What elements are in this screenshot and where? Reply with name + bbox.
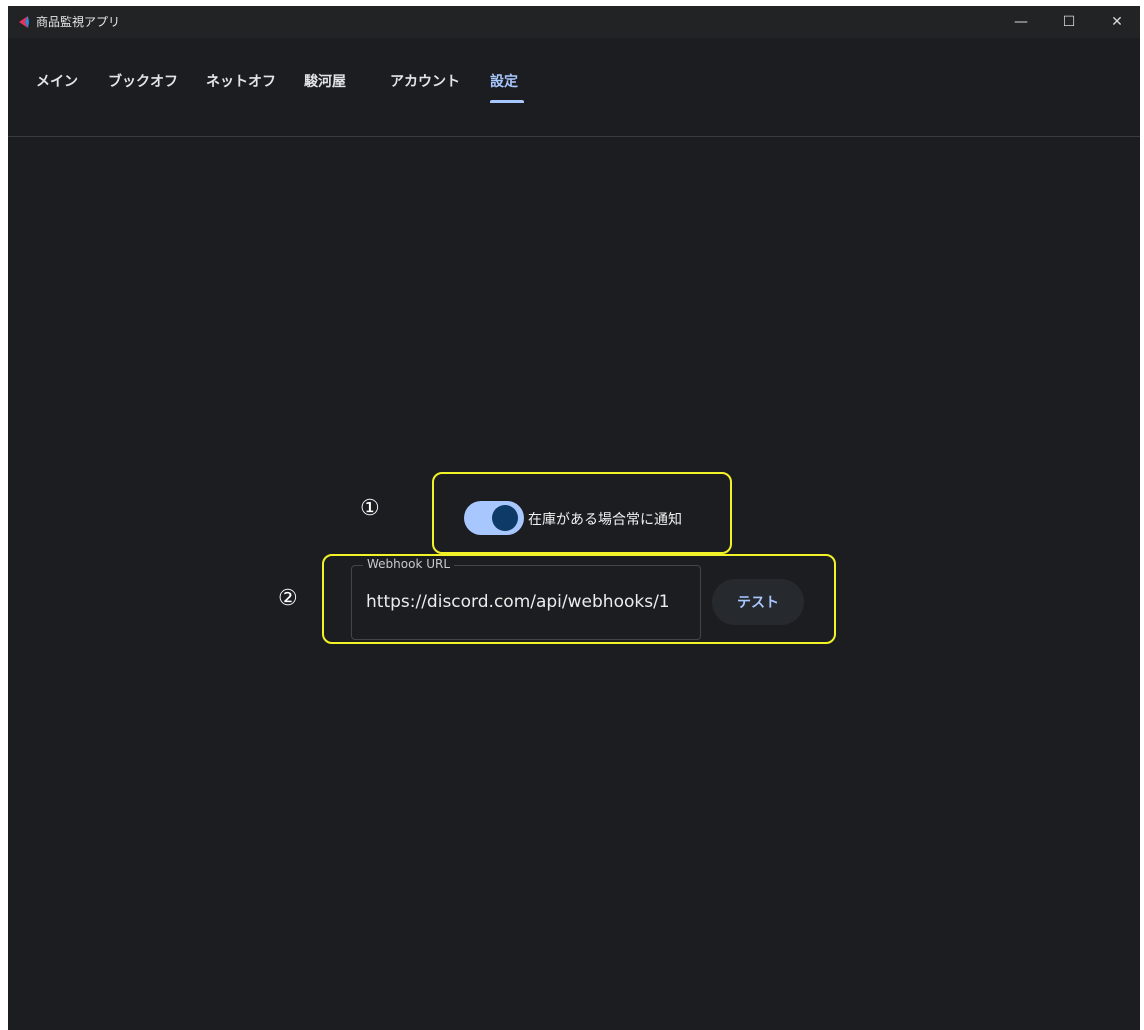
notify-toggle-switch[interactable]	[464, 501, 524, 535]
close-button[interactable]: ✕	[1094, 6, 1140, 38]
app-window: 商品監視アプリ — ☐ ✕ メイン ブックオフ ネットオフ 駿河屋 アカウント …	[8, 6, 1140, 1030]
tab-surugaya[interactable]: 駿河屋	[304, 72, 346, 92]
test-button-label: テスト	[737, 595, 779, 611]
minimize-icon: —	[1014, 14, 1028, 30]
annotation-marker-2: ②	[278, 586, 298, 611]
switch-knob	[492, 505, 518, 531]
tab-netoff[interactable]: ネットオフ	[206, 72, 276, 92]
close-icon: ✕	[1111, 14, 1123, 30]
title-bar: 商品監視アプリ — ☐ ✕	[8, 6, 1140, 38]
minimize-button[interactable]: —	[998, 6, 1044, 38]
tab-divider	[8, 136, 1140, 137]
tab-main[interactable]: メイン	[36, 72, 78, 92]
tab-bar: メイン ブックオフ ネットオフ 駿河屋 アカウント 設定	[8, 38, 1140, 137]
test-button[interactable]: テスト	[712, 579, 804, 625]
maximize-icon: ☐	[1062, 14, 1076, 30]
active-tab-indicator	[490, 100, 524, 103]
app-logo-icon	[19, 16, 29, 28]
tab-settings[interactable]: 設定	[490, 72, 518, 92]
webhook-url-label: Webhook URL	[363, 557, 455, 571]
annotation-marker-1: ①	[360, 496, 380, 521]
app-title: 商品監視アプリ	[36, 15, 121, 29]
maximize-button[interactable]: ☐	[1046, 6, 1092, 38]
tab-account[interactable]: アカウント	[390, 72, 460, 92]
notify-toggle-label: 在庫がある場合常に通知	[528, 512, 682, 528]
tab-bookoff[interactable]: ブックオフ	[108, 72, 178, 92]
webhook-url-input[interactable]: https://discord.com/api/webhooks/1	[366, 592, 696, 612]
